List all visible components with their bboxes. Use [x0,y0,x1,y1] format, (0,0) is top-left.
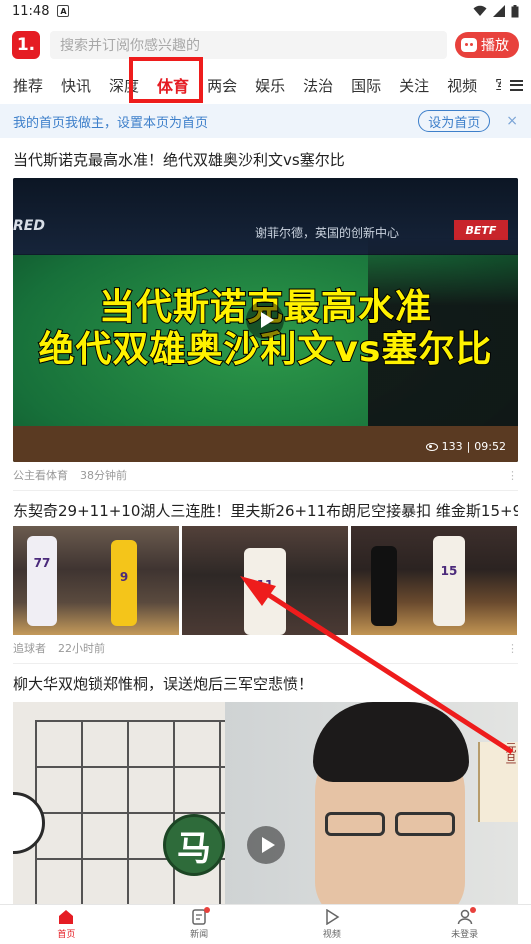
status-bar: 11:48 A [0,0,531,22]
notification-dot [204,907,211,913]
bottom-navigation: 首页 新闻 视频 未登录 [0,904,531,944]
image-row: 77 9 11 15 [13,526,518,635]
stats-separator: | [466,440,471,453]
set-homepage-button[interactable]: 设为首页 [418,110,491,132]
menu-icon [509,79,523,91]
nav-profile[interactable]: 未登录 [398,905,531,944]
tab-kuaixun[interactable]: 快讯 [61,75,91,96]
video-thumbnail[interactable]: 马 元旦 [13,702,518,914]
app-logo[interactable]: 1. [12,31,40,59]
ad-board-left: RED [13,218,45,234]
article-card[interactable]: 东契奇29+11+10湖人三连胜！里夫斯26+11布朗尼空接暴扣 维金斯15+9… [0,491,531,657]
notification-icon: A [57,5,70,17]
play-button-label: 播放 [481,38,509,54]
user-icon [457,907,476,925]
nav-video[interactable]: 视频 [266,905,399,944]
search-input[interactable]: 搜索并订阅你感兴趣的 [50,31,447,59]
hair-shape [313,702,469,782]
tab-guanzhu[interactable]: 关注 [399,75,429,96]
thumbnail-image[interactable]: 11 [182,526,348,635]
home-icon [59,910,74,924]
tab-fazhi[interactable]: 法治 [303,75,333,96]
article-title[interactable]: 东契奇29+11+10湖人三连胜！里夫斯26+11布朗尼空接暴扣 维金斯15+9 [13,501,518,521]
banner-text: 我的首页我做主，设置本页为首页 [13,115,209,131]
notification-dot [469,907,476,913]
video-stats: 133 | 09:52 [425,440,506,453]
tab-tuijian[interactable]: 推荐 [13,75,43,96]
player-portrait: 元旦 [225,702,518,914]
channel-menu-button[interactable] [501,68,531,102]
status-time: 11:48 [12,3,50,19]
thumbnail-image[interactable]: 15 [351,526,517,635]
video-duration: 09:52 [474,440,506,453]
glasses-shape [325,812,455,836]
article-title[interactable]: 当代斯诺克最高水准！绝代双雄奥沙利文vs塞尔比 [13,150,518,170]
article-title[interactable]: 柳大华双炮锁郑惟桐，误送炮后三军空悲愤！ [13,674,518,694]
app-screen: 11:48 A 1. 搜索并订阅你感兴趣的 播放 推荐 快讯 深度 体育 两会 … [0,0,531,944]
nav-label: 首页 [57,930,76,940]
views-icon [425,442,438,451]
play-button[interactable]: 播放 [455,32,519,58]
news-icon [191,907,211,925]
nav-home[interactable]: 首页 [0,905,133,944]
tab-shipin[interactable]: 视频 [447,75,477,96]
article-source: 追球者 [13,642,46,655]
search-placeholder: 搜索并订阅你感兴趣的 [60,38,200,54]
robot-icon [461,38,477,52]
jersey-number: 15 [440,564,458,578]
chess-board-image: 马 [13,702,225,914]
play-icon[interactable] [246,301,284,339]
jersey-number: 11 [256,578,274,592]
play-icon[interactable] [247,826,285,864]
video-thumbnail[interactable]: RED 谢菲尔德，英国的创新中心 BETF 当代斯诺克最高水准 绝代双雄奥沙利文… [13,178,518,462]
top-header: 1. 搜索并订阅你感兴趣的 播放 [0,22,531,68]
more-options-icon[interactable]: ⋮ [507,642,518,655]
status-icons [473,4,519,18]
background-sign: 元旦 [478,742,518,822]
article-meta: 追球者 22小时前 ⋮ [13,639,518,657]
nav-news[interactable]: 新闻 [133,905,266,944]
article-time: 38分钟前 [80,469,127,482]
battery-icon [511,4,519,17]
tab-yule[interactable]: 娱乐 [255,75,285,96]
ad-board-right: BETF [454,220,508,240]
signal-icon [493,5,505,17]
article-card[interactable]: 柳大华双炮锁郑惟桐，误送炮后三军空悲愤！ 马 元旦 [0,664,531,914]
nav-label: 新闻 [190,930,209,940]
thumbnail-image[interactable]: 77 9 [13,526,179,635]
channel-tabs: 推荐 快讯 深度 体育 两会 娱乐 法治 国际 关注 视频 军 [0,68,531,102]
jersey-number: 9 [119,570,129,584]
article-card[interactable]: 当代斯诺克最高水准！绝代双雄奥沙利文vs塞尔比 RED 谢菲尔德，英国的创新中心… [0,138,531,484]
tab-lianghui[interactable]: 两会 [207,75,237,96]
set-homepage-banner: 我的首页我做主，设置本页为首页 设为首页 × [0,104,531,138]
view-count: 133 [441,440,463,453]
close-icon[interactable]: × [506,113,518,129]
wifi-icon [473,5,487,16]
tab-guoji[interactable]: 国际 [351,75,381,96]
more-options-icon[interactable]: ⋮ [507,469,518,482]
article-time: 22小时前 [58,642,105,655]
tab-highlight-annotation [129,57,203,103]
article-source: 公主看体育 [13,469,68,482]
video-icon [326,909,340,925]
chess-piece-horse: 马 [163,814,225,876]
nav-label: 未登录 [451,930,479,940]
article-meta: 公主看体育 38分钟前 ⋮ [13,466,518,484]
jersey-number: 77 [33,556,51,570]
nav-label: 视频 [322,930,341,940]
